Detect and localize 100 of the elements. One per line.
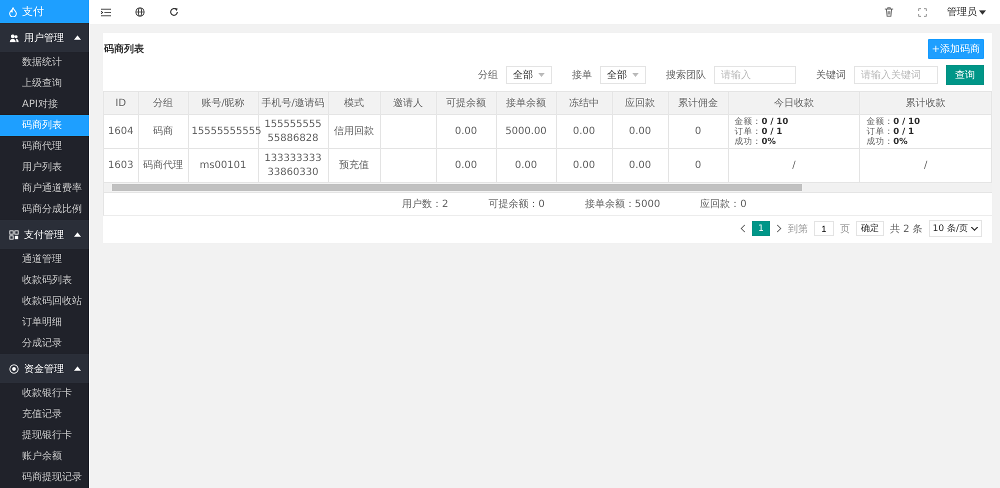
table-cell: 15555555555	[192, 126, 262, 136]
users-icon	[9, 32, 19, 43]
summary-text: 应回款：0	[700, 198, 747, 211]
table-cell: 0.00	[628, 160, 652, 170]
sidebar-item[interactable]: 商户通道费率	[0, 178, 89, 200]
sidebar-item[interactable]: 账户余额	[0, 446, 89, 468]
grid-icon	[9, 230, 19, 240]
search-button[interactable]: 查询	[946, 65, 984, 85]
fullscreen-icon[interactable]	[918, 8, 927, 16]
card-title: 码商列表	[104, 42, 144, 56]
table-cell-text: 订单：0 / 1	[866, 126, 916, 136]
table-cell: 0.00	[514, 160, 538, 170]
column-header: 应回款	[612, 92, 668, 114]
trash-icon[interactable]	[884, 7, 894, 17]
caret-icon	[979, 10, 986, 14]
table-cell-text: 金额：0 / 10	[866, 116, 922, 126]
sidebar-item[interactable]: 收款银行卡	[0, 383, 89, 404]
sidebar-item[interactable]: 充值记录	[0, 404, 89, 426]
column-header: 接单余额	[496, 92, 556, 114]
goto-label: 到第	[788, 222, 808, 236]
table-cell-text: 金额：0 / 10	[734, 116, 790, 126]
column-header: 分组	[138, 92, 188, 114]
table-cell-text: 成功：0%	[866, 136, 909, 146]
table-cell: 0.00	[572, 126, 596, 136]
sidebar-group[interactable]: 支付管理	[0, 220, 89, 250]
filter-label: 接单	[572, 68, 592, 82]
sidebar-item[interactable]: 订单明细	[0, 312, 89, 334]
select-field[interactable]: 全部	[506, 66, 552, 84]
table-cell-text: 订单：0 / 1	[734, 126, 784, 136]
sidebar-item[interactable]: 用户列表	[0, 157, 89, 178]
table-cell: 码商	[153, 126, 173, 136]
input-field[interactable]: 请输入关键词	[854, 66, 938, 84]
sidebar-item[interactable]: API对接	[0, 94, 89, 116]
table-cell-text: 成功：0%	[734, 136, 777, 146]
table-cell: 5000.00	[505, 126, 547, 136]
chevron-icon	[971, 226, 978, 230]
sidebar-item[interactable]: 码商代理	[0, 136, 89, 158]
menu-icon[interactable]	[101, 8, 111, 16]
sidebar-item[interactable]: 分成记录	[0, 333, 89, 354]
table-cell: ms00101	[200, 160, 246, 170]
target-icon	[9, 364, 19, 374]
table-cell: 信用回款	[334, 126, 374, 136]
page-unit: 页	[840, 222, 850, 236]
sidebar-item[interactable]: 数据统计	[0, 52, 89, 74]
caret-icon	[538, 73, 545, 77]
sidebar-item[interactable]: 上级查询	[0, 73, 89, 94]
horizontal-scrollbar[interactable]	[104, 182, 992, 192]
column-header: 冻结中	[556, 92, 612, 114]
table-cell: 预充值	[339, 160, 369, 170]
filter-label: 搜索团队	[666, 68, 706, 82]
sidebar-item[interactable]: 收款码回收站	[0, 291, 89, 312]
sidebar-group[interactable]: 用户管理	[0, 23, 89, 52]
logo-title: 支付	[22, 4, 44, 20]
caret-icon	[74, 366, 81, 372]
total-count: 共 2 条	[890, 222, 923, 236]
input-field[interactable]: 请输入	[714, 66, 796, 84]
sidebar-group[interactable]: 资金管理	[0, 354, 89, 384]
caret-icon	[74, 232, 81, 238]
summary-text: 接单余额：5000	[584, 198, 660, 211]
sidebar-item[interactable]: 码商提现记录	[0, 467, 89, 488]
column-header: 累计佣金	[668, 92, 728, 114]
summary-text: 用户数：2	[402, 198, 448, 211]
select-field[interactable]: 全部	[600, 66, 646, 84]
column-header: 手机号/邀请码	[258, 92, 328, 114]
table-cell: 15555555555886828	[264, 118, 322, 144]
next-page-icon[interactable]	[776, 224, 782, 233]
page-size-select[interactable]: 10 条/页	[928, 220, 982, 237]
column-header: 今日收款	[728, 92, 860, 114]
user-menu[interactable]: 管理员	[947, 5, 977, 19]
page-button[interactable]: 1	[752, 221, 770, 236]
column-header: 模式	[328, 92, 380, 114]
globe-icon[interactable]	[135, 7, 145, 17]
table-cell: 1604	[108, 126, 134, 136]
table-cell: 0.00	[628, 126, 652, 136]
previous-page-icon[interactable]	[740, 224, 746, 233]
table-cell: 13333333333860330	[264, 152, 322, 178]
column-header: 账号/昵称	[188, 92, 258, 114]
filter-label: 分组	[478, 69, 498, 82]
table-cell: 0	[694, 126, 702, 136]
column-header: ID	[104, 92, 138, 114]
table-cell: 0	[694, 160, 702, 170]
flame-icon	[8, 6, 18, 17]
table-cell: 0.00	[454, 126, 478, 136]
table-cell: 1603	[108, 160, 134, 170]
sidebar-item[interactable]: 收款码列表	[0, 270, 89, 292]
sidebar-item[interactable]: 通道管理	[0, 249, 89, 270]
filter-label: 关键词	[816, 68, 846, 82]
caret-icon	[74, 35, 81, 40]
caret-icon	[632, 73, 639, 77]
sidebar-item[interactable]: 码商分成比例	[0, 199, 89, 220]
refresh-icon[interactable]	[169, 7, 179, 17]
summary-text: 可提余额：0	[488, 198, 545, 211]
confirm-button[interactable]: 确定	[856, 221, 884, 236]
table-cell: 码商代理	[143, 160, 183, 170]
column-header: 邀请人	[380, 92, 436, 114]
sidebar-item[interactable]: 提现银行卡	[0, 425, 89, 446]
table-cell: 0.00	[454, 160, 478, 170]
column-header: 可提余额	[436, 92, 496, 114]
table-cell-text: /	[791, 158, 797, 172]
page-input[interactable]: 1	[814, 221, 834, 236]
